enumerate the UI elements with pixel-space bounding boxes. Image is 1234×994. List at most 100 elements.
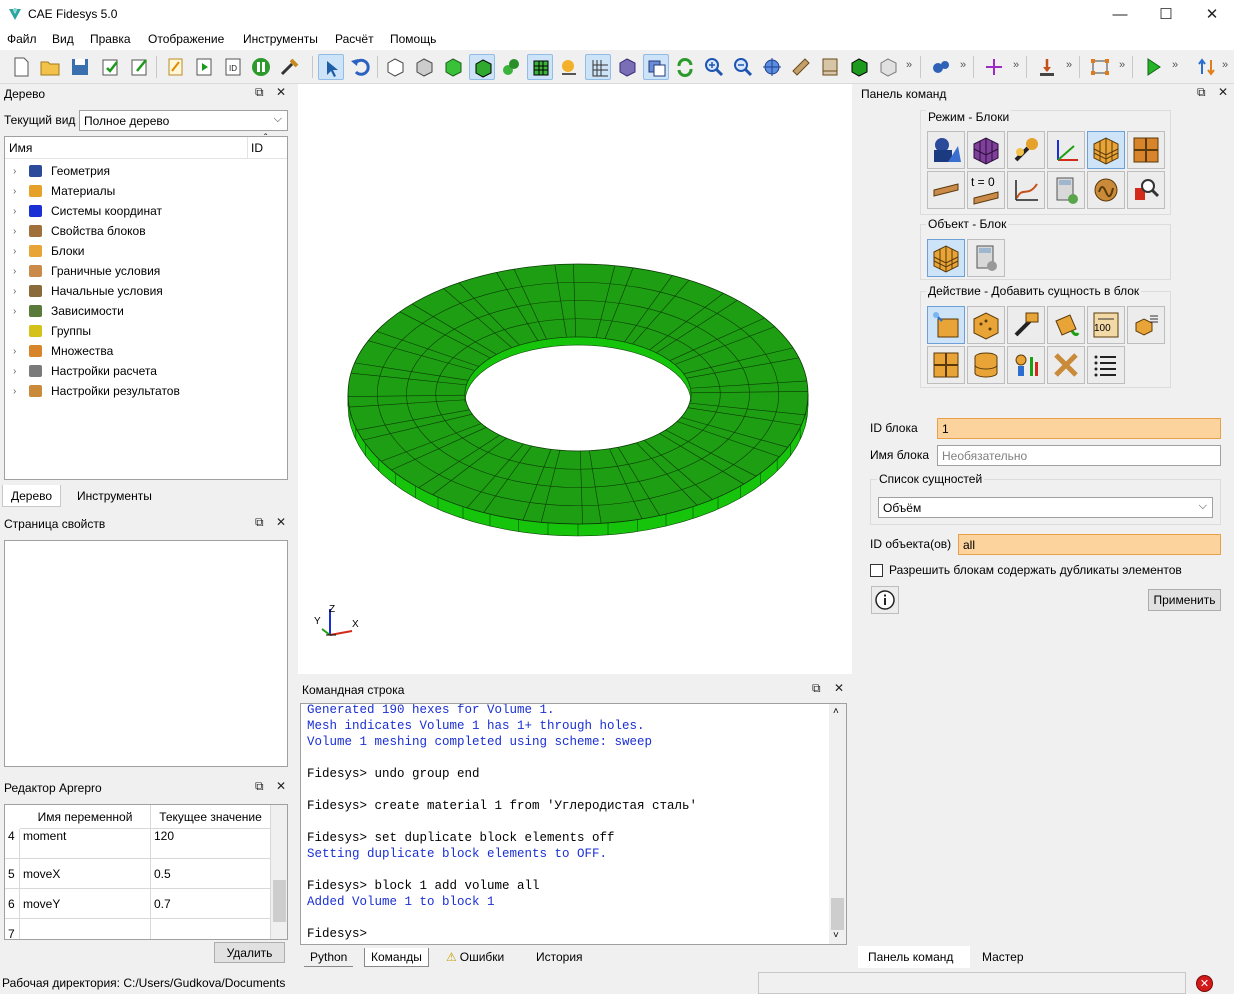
variable-value-cell[interactable]: 120 [151,829,271,859]
tree-item[interactable]: › Блоки [13,241,85,261]
variable-value-cell[interactable]: 0.7 [151,889,271,919]
tab-command-panel[interactable]: Панель команд [858,946,970,968]
expand-arrow-icon[interactable]: › [13,366,27,377]
measure-icon[interactable] [788,54,814,80]
delete-block-button[interactable] [1047,346,1085,384]
tree-item[interactable]: › Граничные условия [13,261,160,281]
scrollbar-thumb[interactable] [831,898,844,930]
shaded-edges-icon[interactable] [469,54,495,80]
toolbar-overflow-3[interactable]: » [1013,59,1019,71]
tree-col-name[interactable]: Имя [9,141,32,155]
toolbar-overflow-1[interactable]: » [906,59,912,71]
grey-cube-icon[interactable] [875,54,901,80]
expand-arrow-icon[interactable]: › [13,306,27,317]
float-panel-icon[interactable]: ⧉ [255,779,264,794]
boundary-display-icon[interactable] [556,54,582,80]
wrench-tool-icon[interactable] [277,54,303,80]
bounding-box-icon[interactable] [1087,54,1113,80]
expand-arrow-icon[interactable]: › [13,286,27,297]
bc-mode-button[interactable] [927,171,965,209]
add-entity-button[interactable] [927,306,965,344]
toolbar-overflow-6[interactable]: » [1172,59,1178,71]
tree-item[interactable]: › Настройки расчета [13,361,157,381]
paint-block-button[interactable] [1047,306,1085,344]
object-block-button[interactable] [927,239,965,277]
close-panel-icon[interactable]: ✕ [276,779,286,793]
hidden-line-icon[interactable] [411,54,437,80]
tree-item[interactable]: › Настройки результатов [13,381,180,401]
tab-commands[interactable]: Команды [364,948,429,967]
tree-item[interactable]: › Свойства блоков [13,221,146,241]
open-folder-icon[interactable] [37,54,63,80]
info-icon[interactable] [871,586,899,614]
multi-volume-icon[interactable] [498,54,524,80]
float-panel-icon[interactable]: ⧉ [255,85,264,100]
toolbar-overflow-7[interactable]: » [1222,59,1228,71]
select-mode-icon[interactable] [318,54,344,80]
float-panel-icon[interactable]: ⧉ [255,515,264,530]
undo-icon[interactable] [347,54,373,80]
tab-tree[interactable]: Дерево [2,485,62,507]
washer-mesh-model[interactable] [298,84,852,674]
axis-grid-icon[interactable] [585,54,611,80]
tab-python[interactable]: Python [304,948,354,967]
tree-item[interactable]: › Геометрия [13,161,110,181]
col-variable-name[interactable]: Имя переменной [20,805,151,829]
run-icon[interactable] [1140,54,1166,80]
results-settings-mode-button[interactable] [1087,171,1125,209]
script-icon[interactable] [162,54,188,80]
refresh-icon[interactable] [672,54,698,80]
console-scrollbar[interactable]: ˄ ˅ [829,704,846,944]
variable-value-cell[interactable] [151,919,271,939]
block-name-field[interactable]: Необязательно [937,445,1221,466]
close-panel-icon[interactable]: ✕ [276,515,286,529]
block-cylinder-button[interactable] [967,346,1005,384]
tree-item[interactable]: › Системы координат [13,201,162,221]
menu-calc[interactable]: Расчёт [335,32,374,46]
coord-systems-mode-button[interactable] [1047,131,1085,169]
float-panel-icon[interactable]: ⧉ [1197,85,1206,100]
expand-arrow-icon[interactable]: › [13,246,27,257]
close-window-button[interactable]: ✕ [1189,0,1234,28]
tab-errors[interactable]: ⚠ Ошибки [440,948,510,966]
dependencies-mode-button[interactable] [1007,171,1045,209]
inspect-mode-button[interactable] [1127,171,1165,209]
initial-conditions-mode-button[interactable]: t = 0 [967,171,1005,209]
scroll-up-icon[interactable]: ˄ [833,706,839,717]
variable-name-cell[interactable]: moment [20,829,151,859]
remove-entity-button[interactable] [967,306,1005,344]
new-file-icon[interactable] [8,54,34,80]
object-block-props-button[interactable] [967,239,1005,277]
delete-variable-button[interactable]: Удалить [214,942,285,963]
gear-cluster-icon[interactable] [928,54,954,80]
zoom-in-icon[interactable] [701,54,727,80]
aprepro-scrollbar[interactable] [271,805,287,939]
aprepro-grid[interactable]: Имя переменной Текущее значение 4 moment 1… [4,804,288,940]
blocks-mode-button[interactable] [1087,131,1125,169]
variable-name-cell[interactable]: moveY [20,889,151,919]
sort-arrows-icon[interactable] [1194,54,1220,80]
pause-icon[interactable] [248,54,274,80]
variable-name-cell[interactable] [20,919,151,939]
error-indicator-icon[interactable]: ✕ [1196,975,1213,992]
menu-tools[interactable]: Инструменты [243,32,318,46]
perspective-icon[interactable] [614,54,640,80]
menu-view[interactable]: Вид [52,32,74,46]
tree-item[interactable]: › Материалы [13,181,115,201]
expand-arrow-icon[interactable]: › [13,206,27,217]
toolbar-overflow-4[interactable]: » [1066,59,1072,71]
geometry-mode-button[interactable] [927,131,965,169]
calc-settings-mode-button[interactable] [1047,171,1085,209]
object-id-field[interactable]: all [958,534,1221,555]
expand-arrow-icon[interactable]: › [13,226,27,237]
duplicate-elements-checkbox[interactable] [870,564,883,577]
split-block-button[interactable] [927,346,965,384]
current-view-select[interactable]: Полное дерево ⌵ [79,110,288,131]
close-panel-icon[interactable]: ✕ [1218,85,1228,99]
list-blocks-button[interactable] [1087,346,1125,384]
tree-item[interactable]: Группы [13,321,91,341]
scrollbar-thumb[interactable] [273,880,286,922]
variable-value-cell[interactable]: 0.5 [151,859,271,889]
export-icon[interactable] [126,54,152,80]
mesh-view-icon[interactable] [527,54,553,80]
